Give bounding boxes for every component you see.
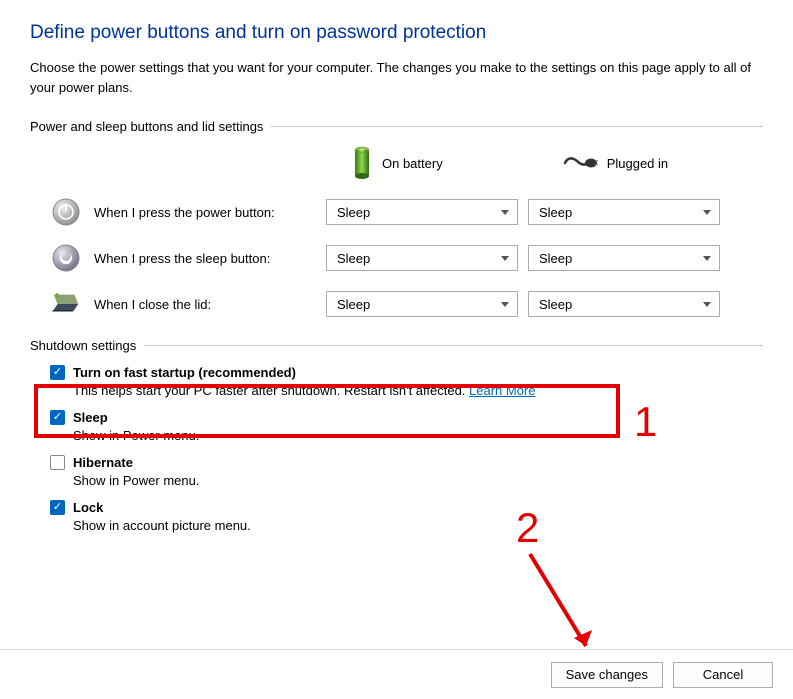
sleep-checkbox[interactable] (50, 410, 65, 425)
close-lid-icon (50, 288, 82, 320)
fast-startup-checkbox[interactable] (50, 365, 65, 380)
item-hibernate: Hibernate Show in Power menu. (50, 455, 763, 488)
section-shutdown-header: Shutdown settings (30, 338, 763, 353)
power-button-plugged-select[interactable]: Sleep (528, 199, 720, 225)
item-sleep: Sleep Show in Power menu. (50, 410, 763, 443)
battery-icon (350, 146, 372, 180)
learn-more-link[interactable]: Learn More (469, 383, 535, 398)
cancel-button[interactable]: Cancel (673, 662, 773, 688)
col-on-battery: On battery (350, 146, 443, 180)
sleep-desc: Show in Power menu. (73, 428, 763, 443)
sleep-button-battery-select[interactable]: Sleep (326, 245, 518, 271)
lock-label: Lock (73, 500, 103, 515)
row-close-lid: When I close the lid: Sleep Sleep (30, 288, 763, 320)
item-fast-startup: Turn on fast startup (recommended) This … (50, 365, 763, 398)
row-power-button: When I press the power button: Sleep Sle… (30, 196, 763, 228)
hibernate-label: Hibernate (73, 455, 133, 470)
save-changes-button[interactable]: Save changes (551, 662, 663, 688)
sleep-button-icon (50, 242, 82, 274)
fast-startup-label: Turn on fast startup (recommended) (73, 365, 296, 380)
page-title: Define power buttons and turn on passwor… (30, 22, 763, 44)
section-power-sleep-header: Power and sleep buttons and lid settings (30, 119, 763, 134)
plug-icon (563, 153, 597, 173)
lock-checkbox[interactable] (50, 500, 65, 515)
sleep-button-plugged-select[interactable]: Sleep (528, 245, 720, 271)
footer: Save changes Cancel (0, 649, 793, 699)
hibernate-checkbox[interactable] (50, 455, 65, 470)
close-lid-battery-select[interactable]: Sleep (326, 291, 518, 317)
item-lock: Lock Show in account picture menu. (50, 500, 763, 533)
fast-startup-desc: This helps start your PC faster after sh… (73, 383, 763, 398)
power-button-icon (50, 196, 82, 228)
col-plugged-in: Plugged in (563, 153, 668, 173)
close-lid-plugged-select[interactable]: Sleep (528, 291, 720, 317)
power-button-battery-select[interactable]: Sleep (326, 199, 518, 225)
page-subtitle: Choose the power settings that you want … (30, 58, 763, 97)
sleep-label: Sleep (73, 410, 108, 425)
row-sleep-button: When I press the sleep button: Sleep Sle… (30, 242, 763, 274)
lock-desc: Show in account picture menu. (73, 518, 763, 533)
hibernate-desc: Show in Power menu. (73, 473, 763, 488)
